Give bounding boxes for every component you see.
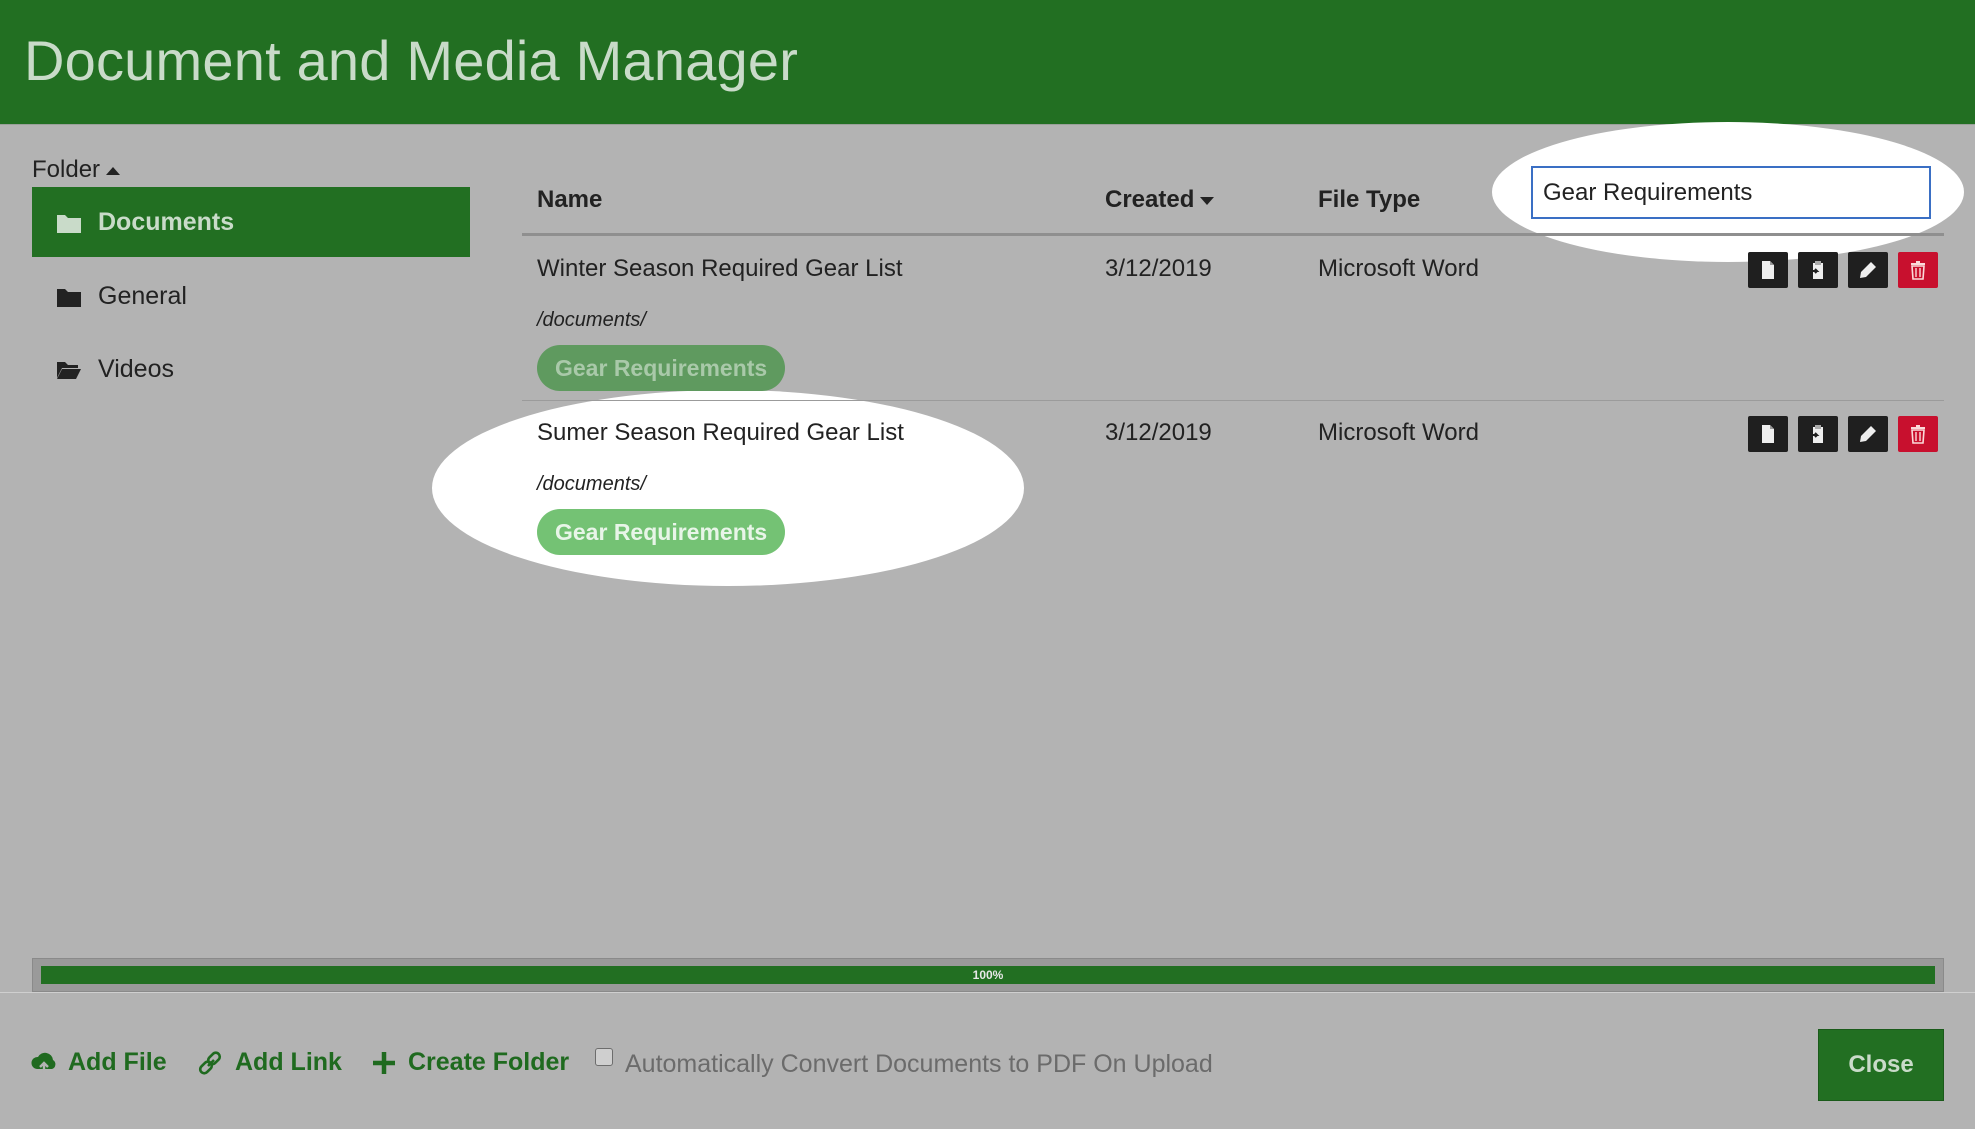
close-button[interactable]: Close [1818, 1029, 1944, 1101]
sidebar-item-general[interactable]: General [32, 261, 470, 331]
sidebar-item-label: General [98, 281, 187, 310]
sidebar-item-label: Documents [98, 207, 235, 236]
row-1-file-type: Microsoft Word [1318, 255, 1479, 282]
move-file-button[interactable] [1798, 416, 1838, 452]
row-2-name[interactable]: Sumer Season Required Gear List [537, 419, 904, 447]
convert-pdf-option[interactable]: Automatically Convert Documents to PDF O… [595, 1047, 1213, 1079]
delete-file-button[interactable] [1898, 252, 1938, 288]
row-2-tag[interactable]: Gear Requirements [537, 509, 786, 555]
sidebar-item-label: Videos [98, 354, 174, 383]
upload-progress-bar: 100% [32, 958, 1944, 992]
header-divider [522, 233, 1944, 236]
page-title: Document and Media Manager [24, 29, 799, 92]
add-link-button[interactable]: Add Link [197, 1048, 342, 1077]
view-file-button[interactable] [1748, 252, 1788, 288]
row-2-created: 3/12/2019 [1105, 419, 1212, 446]
add-file-button[interactable]: Add File [30, 1048, 167, 1077]
view-file-button[interactable] [1748, 416, 1788, 452]
trash-icon [1911, 425, 1925, 444]
pencil-icon [1860, 426, 1876, 442]
column-header-created-label: Created [1105, 186, 1195, 213]
create-folder-label: Create Folder [408, 1048, 570, 1076]
add-link-label: Add Link [235, 1048, 342, 1076]
add-file-label: Add File [68, 1048, 167, 1076]
column-header-file-type[interactable]: File Type [1318, 186, 1420, 214]
sort-descending-icon [1200, 196, 1215, 205]
footer-divider [0, 992, 1975, 993]
row-1-actions [1748, 252, 1938, 288]
create-folder-button[interactable]: Create Folder [370, 1048, 569, 1077]
app-header: Document and Media Manager [0, 0, 1975, 125]
move-file-button[interactable] [1798, 252, 1838, 288]
column-header-name[interactable]: Name [537, 186, 602, 214]
edit-file-button[interactable] [1848, 252, 1888, 288]
folder-open-icon [56, 359, 81, 379]
row-divider [522, 400, 1944, 401]
cloud-upload-icon [31, 1052, 56, 1073]
row-1-tag[interactable]: Gear Requirements [537, 345, 786, 391]
row-2-file-type: Microsoft Word [1318, 419, 1479, 446]
plus-icon [373, 1051, 395, 1074]
row-2-actions [1748, 416, 1938, 452]
convert-pdf-checkbox[interactable] [595, 1047, 613, 1066]
clipboard-move-icon [1810, 261, 1823, 279]
column-header-created[interactable]: Created [1105, 186, 1215, 214]
convert-pdf-label: Automatically Convert Documents to PDF O… [625, 1050, 1213, 1078]
folder-sort-header[interactable]: Folder [32, 156, 121, 184]
clipboard-move-icon [1810, 425, 1823, 443]
pencil-icon [1860, 262, 1876, 278]
row-2-path: /documents/ [537, 473, 646, 495]
search-input[interactable] [1531, 166, 1931, 219]
folder-icon [56, 212, 81, 233]
folder-heading-label: Folder [32, 156, 101, 183]
file-icon [1762, 425, 1774, 443]
upload-progress-fill: 100% [41, 966, 1935, 984]
link-icon [198, 1050, 222, 1075]
edit-file-button[interactable] [1848, 416, 1888, 452]
delete-file-button[interactable] [1898, 416, 1938, 452]
trash-icon [1911, 261, 1925, 280]
upload-progress-label: 100% [972, 968, 1004, 982]
folder-icon [56, 286, 81, 307]
sidebar-item-videos[interactable]: Videos [32, 334, 470, 404]
row-1-path: /documents/ [537, 309, 646, 331]
file-icon [1762, 261, 1774, 279]
row-1-created: 3/12/2019 [1105, 255, 1212, 282]
row-1-name[interactable]: Winter Season Required Gear List [537, 255, 903, 283]
sidebar-item-documents[interactable]: Documents [32, 187, 470, 257]
sort-ascending-icon [106, 167, 121, 175]
